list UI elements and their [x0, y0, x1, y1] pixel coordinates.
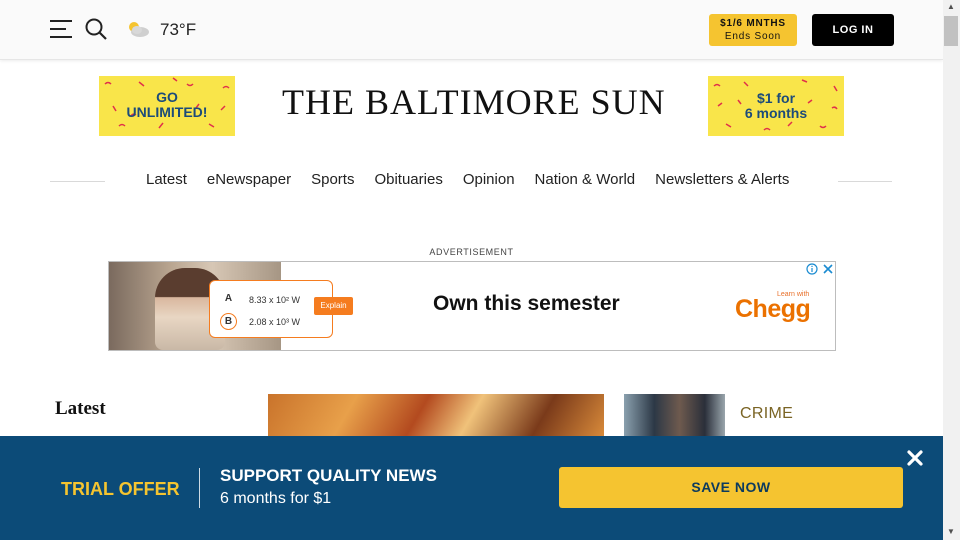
- trial-subline: 6 months for $1: [220, 490, 332, 507]
- go-unlimited-promo[interactable]: GO UNLIMITED!: [99, 76, 235, 136]
- nav-divider-left: [50, 181, 105, 182]
- subscribe-offer-button[interactable]: $1/6 MNTHS Ends Soon: [709, 14, 797, 46]
- top-bar: 73°F $1/6 MNTHS Ends Soon LOG IN: [0, 0, 943, 60]
- scroll-up-arrow-icon[interactable]: ▲: [947, 2, 955, 11]
- nav-item-newsletters-alerts[interactable]: Newsletters & Alerts: [655, 171, 789, 191]
- partly-cloudy-icon: [125, 19, 151, 39]
- scroll-down-arrow-icon[interactable]: ▼: [947, 527, 955, 536]
- ad-headline: Own this semester: [433, 292, 620, 315]
- nav-item-nation-world[interactable]: Nation & World: [535, 171, 636, 191]
- baltimore-sun-logo[interactable]: THE BALTIMORE SUN: [282, 80, 665, 124]
- nav-item-opinion[interactable]: Opinion: [463, 171, 515, 191]
- offer-deadline: Ends Soon: [724, 31, 782, 42]
- trial-headline: SUPPORT QUALITY NEWS: [220, 466, 437, 485]
- promo-left-line2: UNLIMITED!: [126, 104, 208, 120]
- promo-right-line2: 6 months: [744, 105, 808, 121]
- chegg-logo: Chegg: [735, 295, 811, 323]
- ad-explain-button[interactable]: Explain: [314, 297, 353, 315]
- nav-item-latest[interactable]: Latest: [146, 171, 187, 191]
- feature-story-image[interactable]: [268, 394, 604, 436]
- hamburger-menu-icon[interactable]: [50, 18, 74, 40]
- nav-item-sports[interactable]: Sports: [311, 171, 354, 191]
- nav-divider-right: [838, 181, 892, 182]
- one-dollar-promo[interactable]: $1 for 6 months: [708, 76, 844, 136]
- ad-value-b: 2.08 x 10³ W: [249, 316, 301, 327]
- crime-category-label[interactable]: CRIME: [740, 405, 793, 423]
- trial-offer-banner: TRIAL OFFER SUPPORT QUALITY NEWS 6 month…: [0, 436, 943, 540]
- temperature: 73°F: [160, 20, 197, 39]
- trial-offer-label: TRIAL OFFER: [61, 479, 180, 499]
- ad-choice-a: A: [224, 293, 233, 304]
- crime-story-thumbnail[interactable]: [624, 394, 725, 436]
- advertisement-label: ADVERTISEMENT: [429, 247, 514, 257]
- trial-divider: [199, 468, 200, 508]
- scrollbar-thumb[interactable]: [944, 16, 958, 46]
- ad-info-icon[interactable]: [806, 263, 818, 277]
- nav-item-obituaries[interactable]: Obituaries: [374, 171, 442, 191]
- page-scrollbar[interactable]: [943, 0, 960, 540]
- promo-right-line1: $1 for: [756, 90, 796, 106]
- promo-left-line1: GO: [156, 89, 178, 105]
- search-icon[interactable]: [84, 17, 108, 41]
- save-now-button[interactable]: SAVE NOW: [559, 467, 903, 508]
- latest-section-title: Latest: [55, 398, 106, 419]
- offer-price: $1/6 MNTHS: [720, 18, 786, 29]
- ad-value-a: 8.33 x 10² W: [249, 294, 301, 305]
- chegg-advertisement[interactable]: A 8.33 x 10² W B 2.08 x 10³ W Explain Ow…: [108, 261, 836, 351]
- login-button[interactable]: LOG IN: [812, 14, 894, 46]
- main-nav: Latest eNewspaper Sports Obituaries Opin…: [146, 171, 789, 191]
- nav-item-enewspaper[interactable]: eNewspaper: [207, 171, 291, 191]
- ad-choices[interactable]: [806, 263, 834, 277]
- ad-choice-b: B: [220, 313, 237, 330]
- ad-close-icon[interactable]: [822, 263, 834, 277]
- close-icon[interactable]: [905, 448, 925, 468]
